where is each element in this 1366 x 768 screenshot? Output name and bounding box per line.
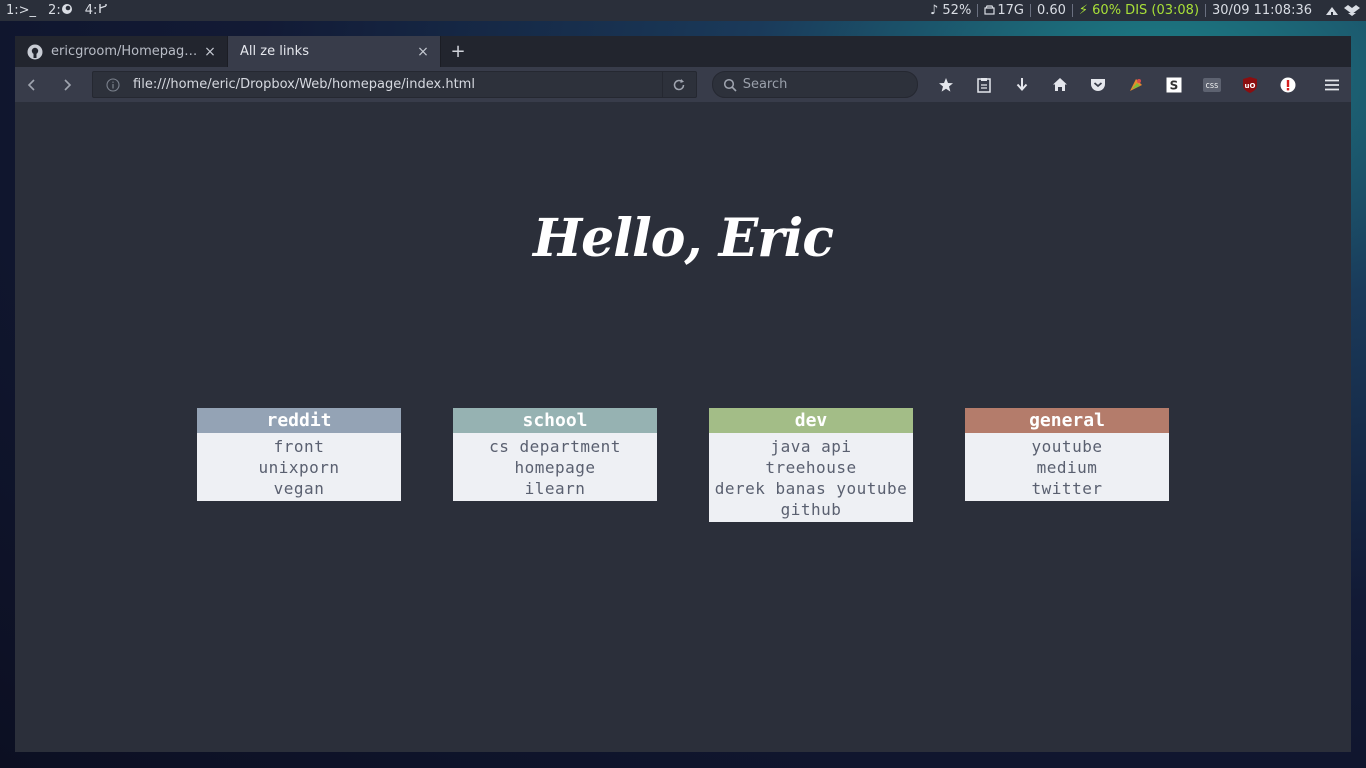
link-item[interactable]: cs department bbox=[453, 436, 657, 457]
alert-extension-button[interactable] bbox=[1269, 67, 1307, 102]
card-header: general bbox=[965, 408, 1169, 433]
link-item[interactable]: derek banas youtube bbox=[709, 478, 913, 499]
downloads-button[interactable] bbox=[1003, 67, 1041, 102]
card-header: school bbox=[453, 408, 657, 433]
link-item[interactable]: youtube bbox=[965, 436, 1169, 457]
stylish-button[interactable]: S bbox=[1155, 67, 1193, 102]
download-arrow-icon bbox=[1016, 77, 1028, 91]
page-content: Hello, Eric reddit front unixporn vegan … bbox=[15, 102, 1351, 752]
system-status-bar: 1:>_ 2: 4: ♪ 52% 17G 0.60 ⚡ 60% DIS (03:… bbox=[0, 0, 1366, 21]
css-viewer-button[interactable]: CSS bbox=[1193, 67, 1231, 102]
firefox-icon bbox=[61, 4, 72, 14]
browser-window: ericgroom/Homepag… × All ze links × + fi… bbox=[15, 36, 1351, 752]
hamburger-menu-button[interactable] bbox=[1313, 67, 1351, 102]
link-item[interactable]: homepage bbox=[453, 457, 657, 478]
link-item[interactable]: medium bbox=[965, 457, 1169, 478]
link-item[interactable]: github bbox=[709, 499, 913, 520]
search-icon bbox=[723, 78, 737, 92]
colorful-extension-icon bbox=[1130, 78, 1142, 91]
link-item[interactable]: java api bbox=[709, 436, 913, 457]
link-card-school: school cs department homepage ilearn bbox=[453, 408, 657, 501]
toolbar-icons: S CSS uO bbox=[927, 67, 1351, 102]
tab-all-ze-links[interactable]: All ze links × bbox=[228, 36, 441, 67]
css-icon: CSS bbox=[1203, 77, 1221, 92]
home-button[interactable] bbox=[1041, 67, 1079, 102]
reload-icon bbox=[673, 78, 685, 90]
disk-status: 17G bbox=[978, 4, 1031, 17]
workspace-list: 1:>_ 2: 4: bbox=[6, 3, 109, 18]
card-header: dev bbox=[709, 408, 913, 433]
github-icon bbox=[27, 44, 43, 59]
hamburger-icon bbox=[1325, 79, 1339, 90]
tab-title: ericgroom/Homepag… bbox=[51, 44, 198, 59]
pocket-button[interactable] bbox=[1079, 67, 1117, 102]
chevron-left-icon bbox=[28, 78, 35, 91]
system-tray bbox=[1318, 4, 1360, 18]
workspace-1[interactable]: 1:>_ bbox=[6, 3, 36, 18]
clipboard-icon bbox=[977, 77, 991, 93]
link-list: front unixporn vegan bbox=[197, 433, 401, 501]
link-item[interactable]: unixporn bbox=[197, 457, 401, 478]
navigation-toolbar: file:///home/eric/Dropbox/Web/homepage/i… bbox=[15, 67, 1351, 102]
link-list: cs department homepage ilearn bbox=[453, 433, 657, 501]
pocket-icon bbox=[1091, 79, 1105, 91]
svg-text:S: S bbox=[1170, 78, 1179, 92]
tab-close-button[interactable]: × bbox=[416, 44, 430, 60]
site-info-icon[interactable] bbox=[93, 77, 133, 92]
dropbox-icon[interactable] bbox=[1344, 4, 1360, 18]
exclamation-icon bbox=[1280, 77, 1296, 92]
extension-tile-button[interactable] bbox=[1117, 67, 1155, 102]
link-item[interactable]: ilearn bbox=[453, 478, 657, 499]
bookmark-star-button[interactable] bbox=[927, 67, 965, 102]
search-bar[interactable] bbox=[711, 71, 918, 98]
greeting-heading: Hello, Eric bbox=[532, 208, 834, 269]
status-stats: ♪ 52% 17G 0.60 ⚡ 60% DIS (03:08) 30/09 1… bbox=[924, 4, 1318, 17]
battery-status: ⚡ 60% DIS (03:08) bbox=[1073, 4, 1207, 17]
link-item[interactable]: treehouse bbox=[709, 457, 913, 478]
link-list: youtube medium twitter bbox=[965, 433, 1169, 501]
link-item[interactable]: vegan bbox=[197, 478, 401, 499]
tab-github[interactable]: ericgroom/Homepag… × bbox=[15, 36, 228, 67]
chevron-right-icon bbox=[64, 78, 71, 91]
tab-close-button[interactable]: × bbox=[203, 44, 217, 60]
back-button[interactable] bbox=[15, 67, 50, 102]
disk-icon bbox=[984, 5, 995, 15]
svg-text:uO: uO bbox=[1245, 82, 1256, 90]
url-bar[interactable]: file:///home/eric/Dropbox/Web/homepage/i… bbox=[92, 71, 697, 98]
svg-text:CSS: CSS bbox=[1206, 82, 1219, 90]
load-status: 0.60 bbox=[1031, 4, 1073, 17]
bookmarks-menu-button[interactable] bbox=[965, 67, 1003, 102]
stylish-s-icon: S bbox=[1166, 77, 1182, 92]
card-header: reddit bbox=[197, 408, 401, 433]
link-item[interactable]: twitter bbox=[965, 478, 1169, 499]
tab-bar: ericgroom/Homepag… × All ze links × + bbox=[15, 36, 1351, 67]
link-list: java api treehouse derek banas youtube g… bbox=[709, 433, 913, 522]
volume-status: ♪ 52% bbox=[924, 4, 979, 17]
search-input[interactable] bbox=[742, 77, 913, 92]
link-card-general: general youtube medium twitter bbox=[965, 408, 1169, 501]
ublock-button[interactable]: uO bbox=[1231, 67, 1269, 102]
ublock-shield-icon: uO bbox=[1243, 76, 1257, 93]
network-icon[interactable] bbox=[1324, 4, 1340, 18]
url-text[interactable]: file:///home/eric/Dropbox/Web/homepage/i… bbox=[133, 77, 662, 92]
link-card-dev: dev java api treehouse derek banas youtu… bbox=[709, 408, 913, 522]
new-tab-button[interactable]: + bbox=[441, 36, 475, 67]
tab-title: All ze links bbox=[240, 44, 309, 59]
star-icon bbox=[939, 77, 953, 92]
reload-button[interactable] bbox=[661, 71, 696, 98]
music-icon bbox=[99, 4, 108, 13]
home-icon bbox=[1053, 78, 1067, 91]
clock: 30/09 11:08:36 bbox=[1212, 3, 1312, 18]
link-card-reddit: reddit front unixporn vegan bbox=[197, 408, 401, 501]
link-item[interactable]: front bbox=[197, 436, 401, 457]
workspace-2[interactable]: 2: bbox=[48, 3, 73, 18]
forward-button[interactable] bbox=[50, 67, 85, 102]
workspace-4[interactable]: 4: bbox=[85, 3, 110, 18]
